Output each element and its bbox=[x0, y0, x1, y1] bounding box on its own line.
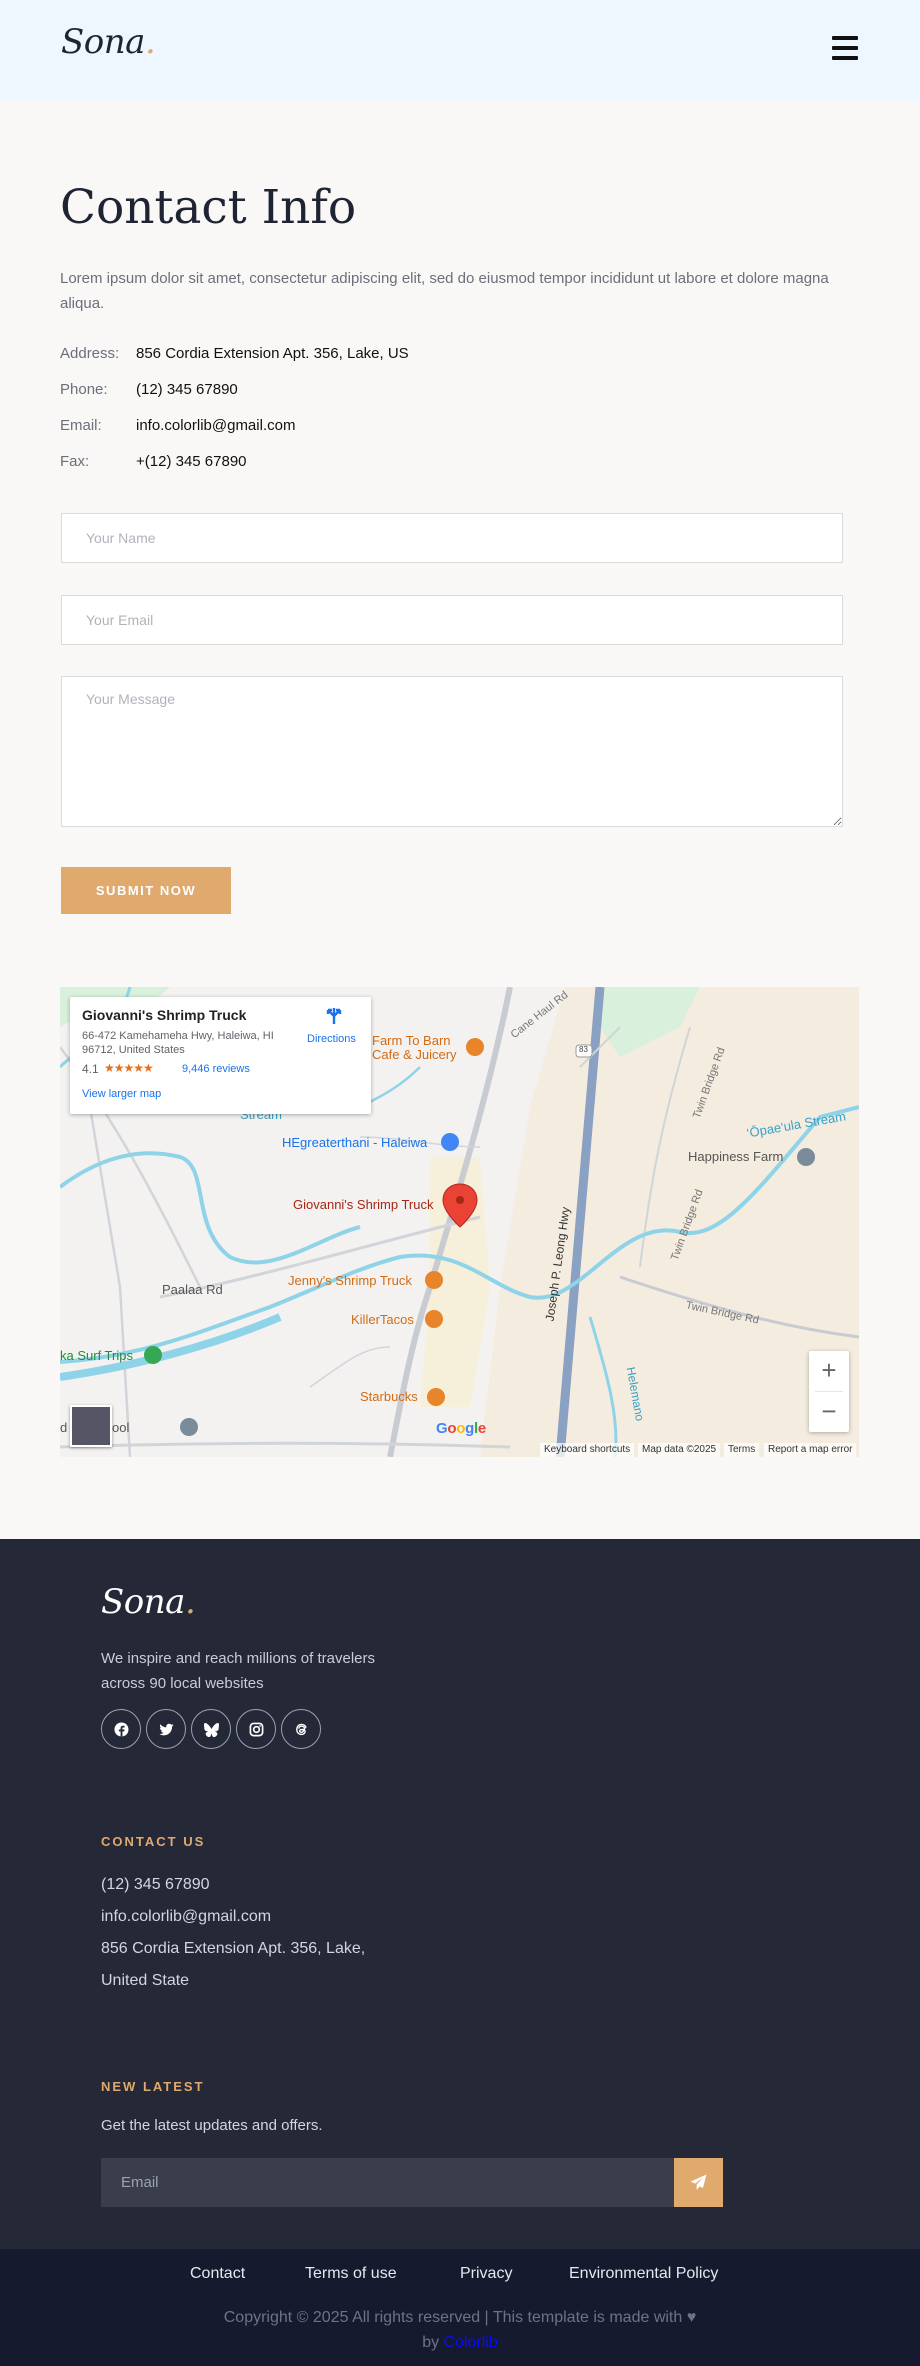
map-data-credit: Map data ©2025 bbox=[638, 1443, 721, 1457]
map-label-poi: KillerTacos bbox=[351, 1312, 414, 1327]
map-label-poi: Cafe & Juicery bbox=[372, 1047, 457, 1062]
message-textarea[interactable] bbox=[61, 676, 843, 827]
heart-icon: ♥ bbox=[686, 2309, 697, 2326]
footer-tagline: We inspire and reach millions of travele… bbox=[101, 1650, 376, 1692]
facebook-icon[interactable] bbox=[101, 1709, 141, 1749]
send-icon bbox=[690, 2174, 707, 2190]
zoom-out-button[interactable]: − bbox=[809, 1392, 849, 1432]
twitter-icon[interactable] bbox=[146, 1709, 186, 1749]
map-label-road: Paalaa Rd bbox=[162, 1282, 223, 1297]
zoom-in-button[interactable]: + bbox=[809, 1351, 849, 1391]
place-name: Giovanni's Shrimp Truck bbox=[82, 1007, 247, 1023]
footer-address-line2: United State bbox=[101, 1972, 190, 1989]
site-logo[interactable]: Sona. bbox=[61, 22, 156, 62]
copyright: Copyright © 2025 All rights reserved | T… bbox=[0, 2305, 920, 2355]
info-label: Fax: bbox=[60, 453, 90, 470]
menu-icon[interactable] bbox=[832, 36, 858, 60]
bottom-link-environmental[interactable]: Environmental Policy bbox=[569, 2265, 718, 2283]
place-address: 66-472 Kamehameha Hwy, Haleiwa, HI 96712… bbox=[82, 1030, 274, 1056]
map-label-poi: Giovanni's Shrimp Truck bbox=[293, 1197, 434, 1212]
newsletter-submit-button[interactable] bbox=[674, 2158, 723, 2207]
site-footer: Sona. We inspire and reach millions of t… bbox=[0, 1539, 920, 2249]
info-value: +(12) 345 67890 bbox=[136, 453, 247, 470]
directions-icon[interactable] bbox=[325, 1007, 343, 1025]
reviews-link[interactable]: 9,446 reviews bbox=[182, 1063, 250, 1075]
info-label: Address: bbox=[60, 345, 120, 362]
directions-link[interactable]: Directions bbox=[307, 1033, 356, 1045]
name-input[interactable] bbox=[61, 513, 843, 563]
info-value: (12) 345 67890 bbox=[136, 381, 238, 398]
submit-button[interactable]: SUBMIT NOW bbox=[61, 867, 231, 914]
terms-link[interactable]: Terms bbox=[724, 1443, 760, 1457]
bottom-link-terms[interactable]: Terms of use bbox=[305, 2265, 397, 2283]
info-label: Email: bbox=[60, 417, 102, 434]
info-value: 856 Cordia Extension Apt. 356, Lake, US bbox=[136, 345, 409, 362]
footer-email: info.colorlib@gmail.com bbox=[101, 1908, 272, 1925]
map-embed[interactable]: Farm To Barn Cafe & Juicery Cane Haul Rd… bbox=[60, 987, 859, 1457]
rating-stars-icon: ★★★★★ bbox=[104, 1061, 154, 1075]
map-label-poi: Starbucks bbox=[360, 1389, 418, 1404]
bottom-link-privacy[interactable]: Privacy bbox=[460, 2265, 512, 2283]
map-label-poi: ka Surf Trips bbox=[60, 1348, 133, 1363]
contact-heading: CONTACT US bbox=[101, 1834, 206, 1849]
info-value: info.colorlib@gmail.com bbox=[136, 417, 296, 434]
google-logo: Google bbox=[436, 1420, 486, 1437]
footer-phone: (12) 345 67890 bbox=[101, 1876, 210, 1893]
footer-logo[interactable]: Sona. bbox=[101, 1582, 196, 1622]
keyboard-shortcuts-link[interactable]: Keyboard shortcuts bbox=[540, 1443, 635, 1457]
email-input[interactable] bbox=[61, 595, 843, 645]
newsletter-email-input[interactable] bbox=[101, 2158, 674, 2207]
copyright-text: Copyright © 2025 All rights reserved | T… bbox=[223, 2309, 683, 2326]
instagram-icon[interactable] bbox=[236, 1709, 276, 1749]
intro-text: Lorem ipsum dolor sit amet, consectetur … bbox=[60, 270, 829, 312]
zoom-controls: + − bbox=[809, 1351, 849, 1432]
page-title: Contact Info bbox=[60, 180, 357, 235]
place-card: Giovanni's Shrimp Truck 66-472 Kamehameh… bbox=[70, 997, 371, 1114]
map-label-poi: HEgreaterthani - Haleiwa bbox=[282, 1135, 428, 1150]
footer-address-line1: 856 Cordia Extension Apt. 356, Lake, bbox=[101, 1940, 366, 1957]
newsletter-heading: NEW LATEST bbox=[101, 2079, 205, 2094]
street-view-thumbnail[interactable] bbox=[70, 1405, 112, 1447]
report-error-link[interactable]: Report a map error bbox=[764, 1443, 857, 1457]
threads-icon[interactable] bbox=[281, 1709, 321, 1749]
bottom-link-contact[interactable]: Contact bbox=[190, 2265, 245, 2283]
route-shield-label: 83 bbox=[579, 1045, 588, 1054]
map-label-poi: Happiness Farm bbox=[688, 1149, 784, 1164]
bluesky-icon[interactable] bbox=[191, 1709, 231, 1749]
info-label: Phone: bbox=[60, 381, 108, 398]
site-header: Sona. bbox=[0, 0, 920, 101]
bottom-bar: Contact Terms of use Privacy Environment… bbox=[0, 2249, 920, 2366]
colorlib-link[interactable]: Colorlib bbox=[444, 2334, 498, 2351]
map-label-poi: Jenny's Shrimp Truck bbox=[288, 1273, 412, 1288]
copyright-by: by bbox=[422, 2334, 440, 2351]
place-rating: 4.1 bbox=[82, 1062, 99, 1076]
map-label-poi: Farm To Barn bbox=[372, 1033, 451, 1048]
newsletter-text: Get the latest updates and offers. bbox=[101, 2117, 323, 2134]
view-larger-map-link[interactable]: View larger map bbox=[82, 1088, 161, 1100]
